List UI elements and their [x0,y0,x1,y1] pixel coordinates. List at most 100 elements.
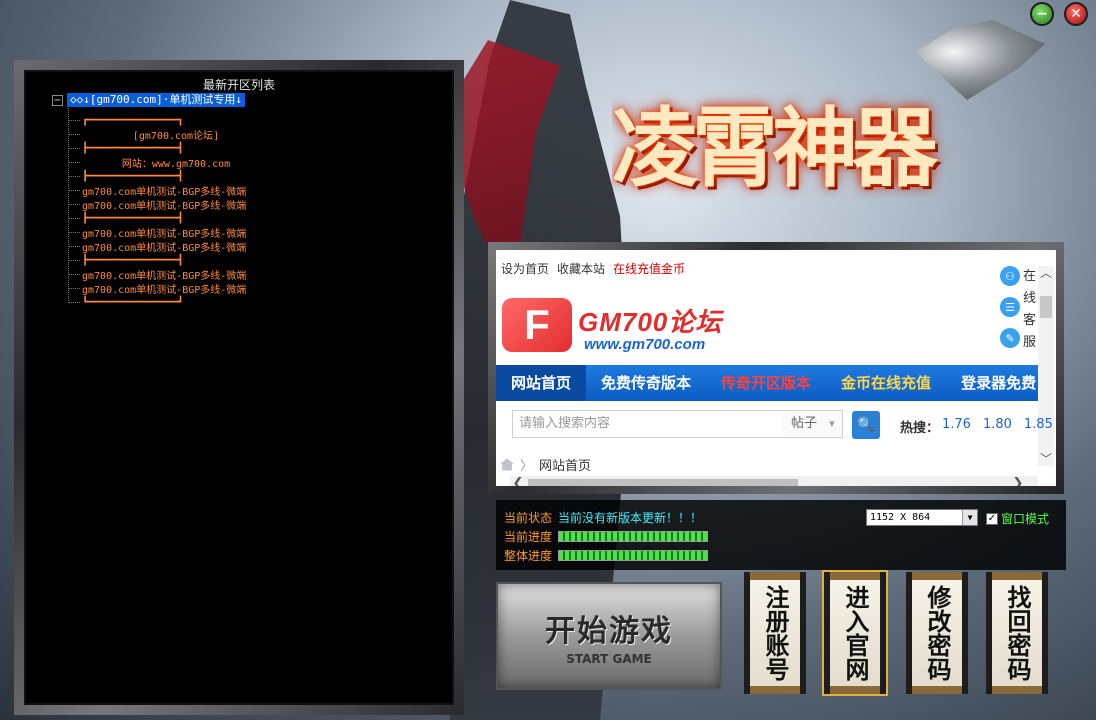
server-list-panel: 最新开区列表 − ◇◇↓[gm700.com]·单机测试专用↓ ┏━━━━━━━… [14,60,464,715]
nav-launcher[interactable]: 登录器免费 [946,365,1038,401]
start-game-button[interactable]: 开始游戏 START GAME [496,582,722,690]
tree-branch-line [68,147,80,149]
web-panel-frame: 设为首页 收藏本站 在线充值金币 F GM700论坛 www.gm700.com… [488,242,1064,494]
minimize-button[interactable]: − [1030,2,1054,26]
hot-search-item[interactable]: 1.85 [1024,417,1053,432]
server-list-item[interactable]: 网站：www.gm700.com [68,155,270,170]
window-mode-label[interactable]: 窗口模式 [1001,510,1049,527]
close-button[interactable]: ✕ [1064,2,1088,26]
forum-url[interactable]: www.gm700.com [584,336,705,353]
tree-separator: ┣━━━━━━━━━━━━━━━━━━┫ [68,141,270,155]
horizontal-scrollbar[interactable]: ❮ ❯ [510,476,1038,486]
breadcrumb-current[interactable]: 网站首页 [539,455,591,474]
recharge-link[interactable]: 在线充值金币 [613,260,685,277]
server-list-item[interactable]: gm700.com单机测试-BGP多线-微端 [68,239,270,254]
recover-password-button[interactable]: 找回密码 [986,572,1048,694]
nav-free-versions[interactable]: 免费传奇版本 [586,365,706,401]
game-logo-title: 凌霄神器 [612,98,938,198]
tree-branch-line [68,189,80,191]
top-links: 设为首页 收藏本站 在线充值金币 [501,260,685,277]
tree-branch-line [68,217,80,219]
breadcrumb-separator: 〉 [520,459,534,474]
resolution-select[interactable]: 1152 X 864 ▼ [866,509,978,526]
tree-branch-line [68,175,80,177]
server-tree-root[interactable]: − ◇◇↓[gm700.com]·单机测试专用↓ [52,93,245,107]
tree-branch-line [68,231,80,233]
menu-icon[interactable]: ☰ [1000,297,1020,317]
forum-logo-icon[interactable]: F [502,298,572,352]
server-list-item-label: ┣━━━━━━━━━━━━━━━━━━┫ [82,254,183,266]
vertical-scroll-thumb[interactable] [1040,296,1052,318]
server-list-item[interactable]: [gm700.com论坛] [68,127,270,142]
search-button[interactable]: 🔍 [852,411,880,439]
tree-branch-line [68,259,80,261]
status-row: 当前状态 当前没有新版本更新！！！ [504,509,702,526]
scroll-up-icon[interactable]: ︿ [1038,266,1054,280]
tree-separator: ┣━━━━━━━━━━━━━━━━━━┫ [68,211,270,225]
server-list-item-label: ┗━━━━━━━━━━━━━━━━━━┛ [82,296,183,308]
home-icon[interactable] [500,458,514,471]
current-progress-fill [559,532,708,541]
register-account-button[interactable]: 注册账号 [744,572,806,694]
server-list-item-label: gm700.com单机测试-BGP多线-微端 [82,228,247,240]
dropdown-arrow-icon[interactable]: ▼ [962,510,977,525]
current-progress-row: 当前进度 [504,528,709,545]
server-list-item[interactable]: gm700.com单机测试-BGP多线-微端 [68,267,270,282]
horizontal-scroll-thumb[interactable] [528,479,798,486]
tree-separator: ┣━━━━━━━━━━━━━━━━━━┫ [68,253,270,267]
breadcrumb: 〉 网站首页 [500,455,591,474]
overall-progress-label: 整体进度 [504,549,553,563]
server-list-item[interactable]: gm700.com单机测试-BGP多线-微端 [68,281,270,296]
minimize-icon: − [1036,6,1048,22]
customer-service-label[interactable]: 在线客服 [1023,266,1037,354]
official-site-button[interactable]: 进入官网 [824,572,886,694]
nav-gold-recharge[interactable]: 金币在线充值 [826,365,946,401]
bookmark-link[interactable]: 收藏本站 [557,260,605,277]
tree-collapse-icon[interactable]: − [52,94,63,106]
start-game-label: 开始游戏 [545,614,673,649]
search-input[interactable]: 请输入搜索内容 [512,410,784,438]
start-game-sublabel: START GAME [566,652,652,666]
hot-search-item[interactable]: 1.80 [983,417,1012,432]
nav-server-versions[interactable]: 传奇开区版本 [706,365,826,401]
resolution-value: 1152 X 864 [870,512,931,523]
tree-branch-line [68,203,80,205]
hot-search-list: 1.76 1.80 1.85 [942,417,1053,432]
window-mode-checkbox[interactable]: ✓ [986,512,998,525]
server-list-item-label: gm700.com单机测试-BGP多线-微端 [82,200,247,212]
close-icon: ✕ [1070,6,1082,22]
official-site-label: 进入官网 [841,585,870,681]
edit-icon[interactable]: ✎ [1000,328,1020,348]
recover-password-label: 找回密码 [1003,585,1032,681]
window-mode-toggle[interactable]: ✓ 窗口模式 [986,510,1049,527]
hot-search-item[interactable]: 1.76 [942,417,971,432]
tree-branch-line [68,245,80,247]
overall-progress-fill [559,551,708,560]
server-list-item[interactable]: gm700.com单机测试-BGP多线-微端 [68,225,270,240]
tree-branch-line [68,301,80,303]
server-list-item-label: ┣━━━━━━━━━━━━━━━━━━┫ [82,170,183,182]
search-icon: 🔍 [857,417,875,433]
server-list-item-label: ┣━━━━━━━━━━━━━━━━━━┫ [82,212,183,224]
tree-separator: ┗━━━━━━━━━━━━━━━━━━┛ [68,295,270,309]
change-password-button[interactable]: 修改密码 [906,572,968,694]
forum-name[interactable]: GM700论坛 [578,302,722,339]
server-list-item[interactable]: gm700.com单机测试-BGP多线-微端 [68,197,270,212]
nav-home[interactable]: 网站首页 [496,365,587,401]
server-list-item-label: ┏━━━━━━━━━━━━━━━━━━┓ [82,114,183,126]
customer-service-icon[interactable]: ⚇ [1000,266,1020,286]
scroll-down-icon[interactable]: ﹀ [1038,452,1054,466]
server-list-item-label: gm700.com单机测试-BGP多线-微端 [82,284,247,296]
vertical-scrollbar[interactable]: ︿ ﹀ [1038,266,1054,466]
change-password-label: 修改密码 [923,585,952,681]
scroll-left-icon[interactable]: ❮ [510,476,526,486]
overall-progress-bar [558,550,709,561]
tree-branch-line [68,161,80,163]
server-tree-root-label[interactable]: ◇◇↓[gm700.com]·单机测试专用↓ [67,93,245,107]
status-area: 当前状态 当前没有新版本更新！！！ 当前进度 整体进度 1152 X 864 ▼… [496,500,1066,570]
server-list-item[interactable]: gm700.com单机测试-BGP多线-微端 [68,183,270,198]
search-type-select[interactable]: 帖子 ▾ [783,410,843,438]
web-panel: 设为首页 收藏本站 在线充值金币 F GM700论坛 www.gm700.com… [496,250,1056,486]
scroll-right-icon[interactable]: ❯ [1010,476,1026,486]
set-home-link[interactable]: 设为首页 [501,260,549,277]
